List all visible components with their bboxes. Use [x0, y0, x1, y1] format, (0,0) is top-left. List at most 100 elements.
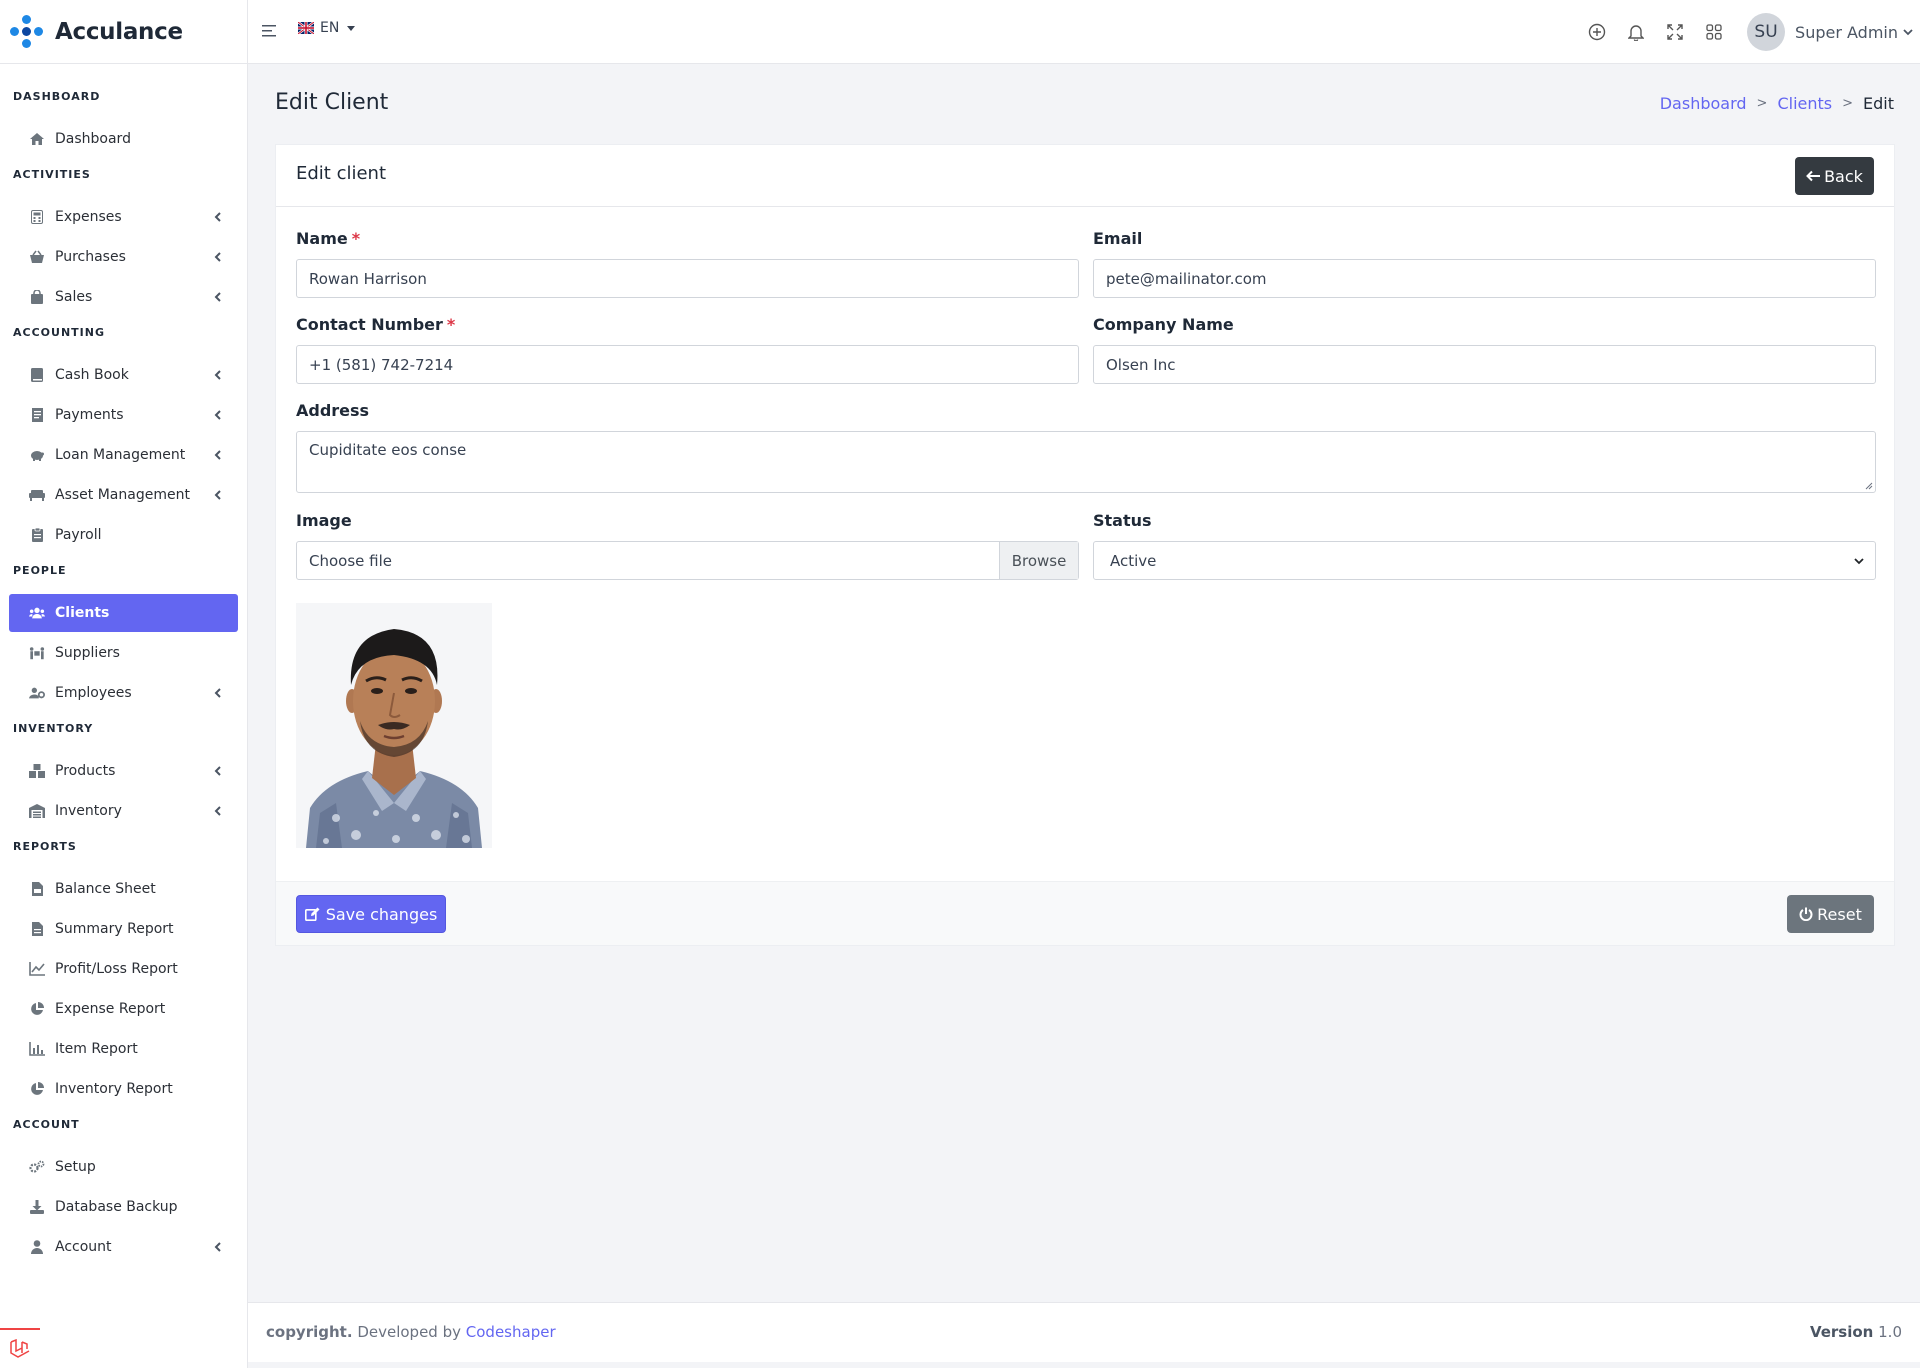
chevron-left-icon: [212, 210, 224, 224]
sidebar-item-asset-management[interactable]: Asset Management: [9, 476, 238, 514]
sidebar-item-cash-book[interactable]: Cash Book: [9, 356, 238, 394]
section-title-account: ACCOUNT: [13, 1118, 80, 1131]
sidebar-item-suppliers[interactable]: Suppliers: [9, 634, 238, 672]
breadcrumb-dashboard[interactable]: Dashboard: [1660, 94, 1747, 113]
shopping-bag-icon: [29, 289, 45, 305]
sidebar-item-label: Dashboard: [55, 131, 131, 147]
sidebar-item-label: Inventory Report: [55, 1081, 173, 1097]
user-name[interactable]: Super Admin: [1795, 23, 1898, 42]
footer-version: Version 1.0: [1810, 1323, 1902, 1341]
chevron-left-icon: [212, 686, 224, 700]
chevron-left-icon: [212, 764, 224, 778]
boxes-icon: [29, 763, 45, 779]
sidebar-item-label: Database Backup: [55, 1199, 178, 1215]
sidebar-item-database-backup[interactable]: Database Backup: [9, 1188, 238, 1226]
sidebar-item-label: Expense Report: [55, 1001, 166, 1017]
sidebar-item-products[interactable]: Products: [9, 752, 238, 790]
sidebar-item-sales[interactable]: Sales: [9, 278, 238, 316]
sidebar-item-expenses[interactable]: Expenses: [9, 198, 238, 236]
section-title-people: PEOPLE: [13, 564, 67, 577]
save-changes-button[interactable]: Save changes: [296, 895, 446, 933]
top-bar: EN SU Super Admin: [248, 0, 1920, 64]
contact-number-field[interactable]: +1 (581) 742-7214: [296, 345, 1079, 384]
sidebar-item-profit-loss-report[interactable]: Profit/Loss Report: [9, 950, 238, 988]
chart-line-icon: [29, 961, 45, 977]
name-label: Name *: [296, 229, 360, 248]
chevron-down-icon[interactable]: [1902, 27, 1914, 37]
company-name-field[interactable]: Olsen Inc: [1093, 345, 1876, 384]
developer-link[interactable]: Codeshaper: [466, 1323, 556, 1341]
sidebar-item-employees[interactable]: Employees: [9, 674, 238, 712]
name-field[interactable]: Rowan Harrison: [296, 259, 1079, 298]
sidebar-item-purchases[interactable]: Purchases: [9, 238, 238, 276]
file-placeholder: Choose file: [309, 551, 392, 570]
reset-button[interactable]: Reset: [1787, 895, 1874, 933]
cogs-icon: [29, 1159, 45, 1175]
fullscreen-icon[interactable]: [1665, 22, 1685, 42]
chevron-left-icon: [212, 804, 224, 818]
sidebar-item-label: Inventory: [55, 803, 122, 819]
contact-number-label: Contact Number *: [296, 315, 455, 334]
company-name-label-text: Company Name: [1093, 315, 1234, 334]
developed-by-text: Developed by: [357, 1323, 461, 1341]
download-icon: [29, 1199, 45, 1215]
sidebar-item-inventory[interactable]: Inventory: [9, 792, 238, 830]
laravel-debugbar-icon[interactable]: [0, 1328, 40, 1368]
sidebar-item-loan-management[interactable]: Loan Management: [9, 436, 238, 474]
breadcrumb-current: Edit: [1863, 94, 1894, 113]
chart-pie-icon: [29, 1081, 45, 1097]
sidebar-item-payments[interactable]: Payments: [9, 396, 238, 434]
breadcrumb-clients[interactable]: Clients: [1777, 94, 1832, 113]
status-label-text: Status: [1093, 511, 1152, 530]
image-file-input[interactable]: Choose file Browse: [296, 541, 1079, 580]
avatar[interactable]: SU: [1747, 13, 1786, 51]
sidebar-item-summary-report[interactable]: Summary Report: [9, 910, 238, 948]
name-label-text: Name: [296, 229, 348, 248]
sidebar-item-payroll[interactable]: Payroll: [9, 516, 238, 554]
language-selector[interactable]: EN: [298, 20, 356, 36]
back-button[interactable]: Back: [1795, 157, 1874, 195]
required-marker: *: [446, 315, 456, 334]
chevron-left-icon: [212, 368, 224, 382]
brand[interactable]: Acculance: [0, 0, 247, 64]
email-field[interactable]: pete@mailinator.com: [1093, 259, 1876, 298]
bell-icon[interactable]: [1626, 22, 1646, 42]
home-icon: [29, 131, 45, 147]
clipboard-icon: [29, 527, 45, 543]
address-label: Address: [296, 401, 369, 420]
sidebar-item-balance-sheet[interactable]: Balance Sheet: [9, 870, 238, 908]
chevron-left-icon: [212, 448, 224, 462]
sidebar-item-label: Balance Sheet: [55, 881, 156, 897]
chevron-left-icon: [212, 1240, 224, 1254]
sidebar-item-clients[interactable]: Clients: [9, 594, 238, 632]
sidebar-item-setup[interactable]: Setup: [9, 1148, 238, 1186]
sidebar-item-label: Account: [55, 1239, 112, 1255]
calculator-icon: [29, 209, 45, 225]
couch-icon: [29, 487, 45, 503]
plus-circle-icon[interactable]: [1587, 22, 1607, 42]
basket-icon: [29, 249, 45, 265]
sidebar-item-label: Payroll: [55, 527, 102, 543]
apps-grid-icon[interactable]: [1704, 22, 1724, 42]
menu-toggle-icon[interactable]: [262, 24, 278, 38]
sidebar-item-label: Setup: [55, 1159, 96, 1175]
address-textarea[interactable]: Cupiditate eos conse: [296, 431, 1876, 493]
browse-button[interactable]: Browse: [999, 542, 1078, 579]
piggy-bank-icon: [29, 447, 45, 463]
status-label: Status: [1093, 511, 1152, 530]
sidebar-item-inventory-report[interactable]: Inventory Report: [9, 1070, 238, 1108]
power-icon: [1799, 907, 1813, 921]
name-field-value: Rowan Harrison: [309, 269, 427, 288]
sidebar-item-dashboard[interactable]: Dashboard: [9, 120, 238, 158]
warehouse-icon: [29, 803, 45, 819]
resize-handle-icon[interactable]: [1865, 482, 1873, 490]
sidebar-item-label: Expenses: [55, 209, 122, 225]
users-cog-icon: [29, 685, 45, 701]
status-select[interactable]: Active: [1093, 541, 1876, 580]
chevron-left-icon: [212, 488, 224, 502]
sidebar-item-item-report[interactable]: Item Report: [9, 1030, 238, 1068]
company-name-label: Company Name: [1093, 315, 1234, 334]
sidebar-item-account[interactable]: Account: [9, 1228, 238, 1266]
sidebar: Acculance DASHBOARD Dashboard ACTIVITIES…: [0, 0, 248, 1368]
sidebar-item-expense-report[interactable]: Expense Report: [9, 990, 238, 1028]
